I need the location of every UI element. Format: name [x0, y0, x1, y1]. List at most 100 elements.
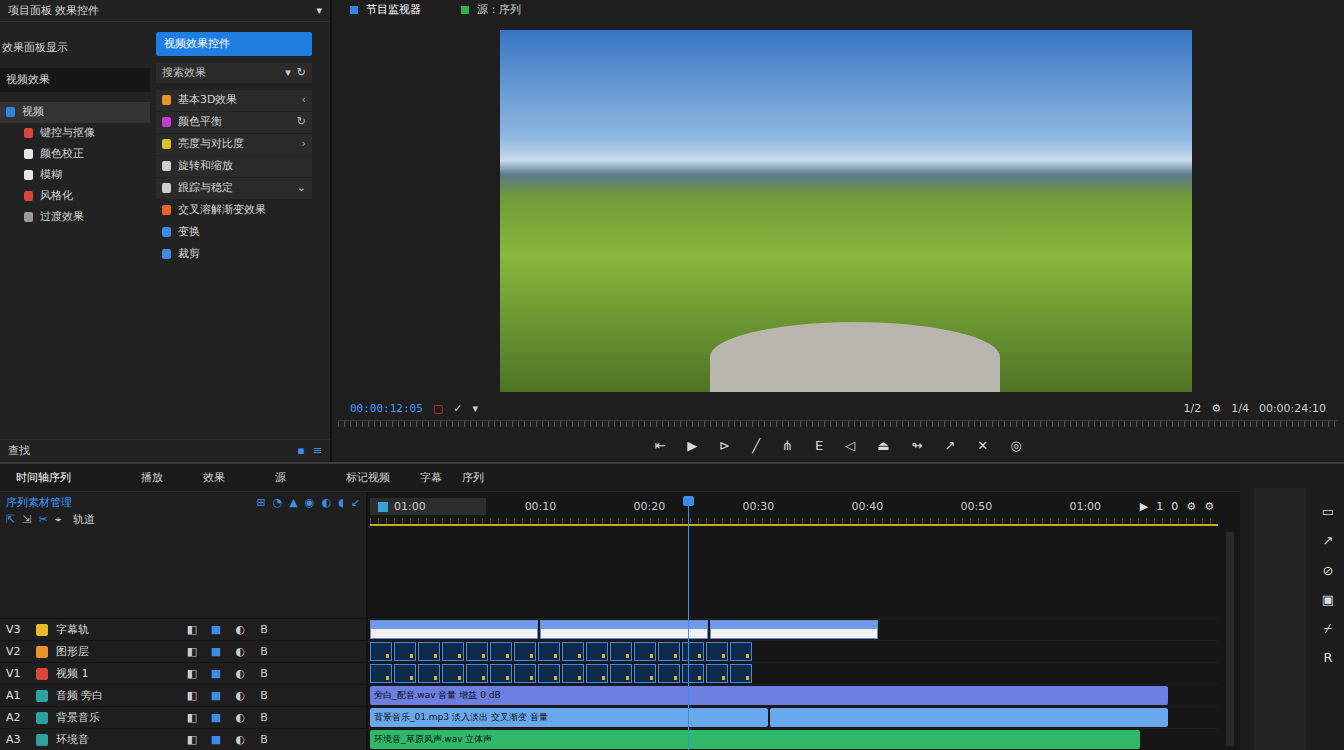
category-item[interactable]: 视频 — [0, 102, 150, 123]
toolbar-icon[interactable]: ⇱ — [6, 513, 15, 527]
timeline-clip[interactable] — [370, 664, 392, 683]
effect-item[interactable]: 基本3D效果‹ — [156, 90, 312, 111]
timeline-clip[interactable] — [634, 642, 656, 661]
timeline-clip[interactable]: 环境音_草原风声.wav 立体声 — [370, 730, 1140, 749]
effect-item[interactable]: 裁剪 — [156, 244, 312, 265]
sequence-title[interactable]: 序列素材管理 — [6, 496, 72, 510]
ruler-ticks[interactable] — [370, 518, 1218, 526]
panel-menu-icon[interactable]: ▾ — [316, 4, 322, 18]
category-item[interactable]: 颜色校正 — [0, 144, 150, 165]
track-control-icon[interactable]: B — [256, 733, 272, 747]
track-name[interactable]: 图形层 — [56, 645, 176, 659]
effect-action-icon[interactable]: ‹ — [302, 93, 306, 107]
transport-button[interactable]: ⊳ — [719, 438, 730, 454]
timeline-clip[interactable]: 旁白_配音.wav 音量 增益 0 dB — [370, 686, 1168, 705]
track-control-icon[interactable]: ◧ — [184, 733, 200, 747]
track-control-icon[interactable]: ◐ — [232, 623, 248, 637]
effect-item[interactable]: 交叉溶解渐变效果 — [156, 200, 312, 221]
track-control-icon[interactable]: ◐ — [232, 667, 248, 681]
search-input[interactable] — [162, 66, 279, 80]
sequence-tool-icon[interactable]: ↙ — [351, 496, 360, 510]
ruler-control[interactable]: 0 — [1171, 500, 1178, 514]
timecode-option-icon[interactable]: ▾ — [472, 402, 478, 416]
timeline-clip[interactable] — [710, 620, 878, 639]
timeline-clip[interactable] — [540, 620, 708, 639]
effect-action-icon[interactable]: › — [302, 137, 306, 151]
timeline-clip[interactable]: 背景音乐_01.mp3 淡入淡出 交叉渐变 音量 — [370, 708, 768, 727]
monitor-tab[interactable]: 源：序列 — [461, 3, 521, 17]
category-item[interactable]: 键控与抠像 — [0, 123, 150, 144]
timeline-clip[interactable] — [442, 642, 464, 661]
track-id[interactable]: A3 — [6, 733, 28, 747]
track-control-icon[interactable]: ◧ — [184, 645, 200, 659]
timeline-clip[interactable] — [770, 708, 1168, 727]
timeline-clip[interactable] — [490, 642, 512, 661]
track-control-icon[interactable]: B — [256, 711, 272, 725]
track-control-icon[interactable]: ■ — [208, 733, 224, 747]
timeline-clip[interactable] — [442, 664, 464, 683]
timeline-clip[interactable] — [634, 664, 656, 683]
side-tool-icon[interactable]: R — [1323, 650, 1332, 666]
timeline-clip[interactable] — [418, 642, 440, 661]
ruler-control[interactable]: ▶ — [1140, 500, 1148, 514]
timeline-clip[interactable] — [682, 664, 704, 683]
track-control-icon[interactable]: B — [256, 645, 272, 659]
timeline-clip[interactable] — [514, 664, 536, 683]
transport-button[interactable]: ◁ — [845, 438, 855, 454]
find-label[interactable]: 查找 — [8, 444, 30, 458]
track-id[interactable]: A2 — [6, 711, 28, 725]
track-control-icon[interactable]: ◧ — [184, 689, 200, 703]
category-item[interactable]: 模糊 — [0, 165, 150, 186]
search-option-icon[interactable]: ↻ — [297, 66, 306, 80]
track-control-icon[interactable]: ■ — [208, 645, 224, 659]
track-name[interactable]: 音频 旁白 — [56, 689, 176, 703]
timeline-clip[interactable] — [538, 664, 560, 683]
timeline-tab[interactable]: 序列 — [452, 467, 494, 489]
timeline-clip[interactable] — [370, 642, 392, 661]
ruler-control[interactable]: ⚙ — [1204, 500, 1214, 514]
panel-title[interactable]: 项目面板 效果控件 — [8, 4, 100, 18]
effect-item[interactable]: 跟踪与稳定⌄ — [156, 178, 312, 199]
monitor-ruler[interactable] — [338, 420, 1338, 432]
timeline-clip[interactable] — [370, 620, 538, 639]
sequence-tool-icon[interactable]: ⊞ — [256, 496, 265, 510]
transport-button[interactable]: ⋔ — [782, 438, 793, 454]
category-item[interactable]: 风格化 — [0, 186, 150, 207]
toolbar-icon[interactable]: ⇲ — [22, 513, 31, 527]
monitor-setting[interactable]: 00:00:24:10 — [1259, 402, 1326, 416]
timeline-clip[interactable] — [466, 664, 488, 683]
transport-button[interactable]: E — [815, 438, 823, 454]
timeline-clip[interactable] — [538, 642, 560, 661]
track-field[interactable]: 轨道 — [73, 513, 95, 527]
timeline-clip[interactable] — [730, 664, 752, 683]
track-id[interactable]: A1 — [6, 689, 28, 703]
sequence-tool-icon[interactable]: ◐ — [321, 496, 331, 510]
ruler-control[interactable]: 1 — [1156, 500, 1163, 514]
timeline-tab[interactable]: 时间轴序列 — [6, 467, 81, 489]
footer-icon[interactable]: ≡ — [313, 444, 322, 458]
timeline-clip[interactable] — [658, 664, 680, 683]
transport-button[interactable]: ↗ — [944, 438, 955, 454]
effect-item[interactable]: 颜色平衡↻ — [156, 112, 312, 133]
effect-action-icon[interactable]: ⌄ — [297, 181, 306, 195]
timecode-option-icon[interactable]: ✓ — [453, 402, 462, 416]
timeline-tab[interactable]: 字幕 — [410, 467, 452, 489]
track-name[interactable]: 背景音乐 — [56, 711, 176, 725]
timeline-clip[interactable] — [586, 664, 608, 683]
timeline-clip[interactable] — [394, 664, 416, 683]
playhead-timecode[interactable]: 00:00:12:05 — [350, 402, 423, 416]
toolbar-icon[interactable]: ✂ — [38, 513, 47, 527]
search-option-icon[interactable]: ▾ — [285, 66, 291, 80]
timeline-clip[interactable] — [706, 642, 728, 661]
toolbar-icon[interactable]: ⌖ — [55, 513, 61, 527]
timeline-clip[interactable] — [562, 664, 584, 683]
track-control-icon[interactable]: ■ — [208, 689, 224, 703]
timecode-option-icon[interactable]: ▢ — [433, 402, 443, 416]
monitor-setting[interactable]: 1/2 — [1184, 402, 1202, 416]
timeline-tab[interactable]: 效果 — [193, 467, 235, 489]
timeline-tab[interactable]: 源 — [265, 467, 296, 489]
monitor-setting[interactable]: 1/4 — [1231, 402, 1249, 416]
timeline-clip[interactable] — [418, 664, 440, 683]
sequence-chip[interactable]: 01:00 — [370, 498, 486, 516]
track-name[interactable]: 字幕轨 — [56, 623, 176, 637]
